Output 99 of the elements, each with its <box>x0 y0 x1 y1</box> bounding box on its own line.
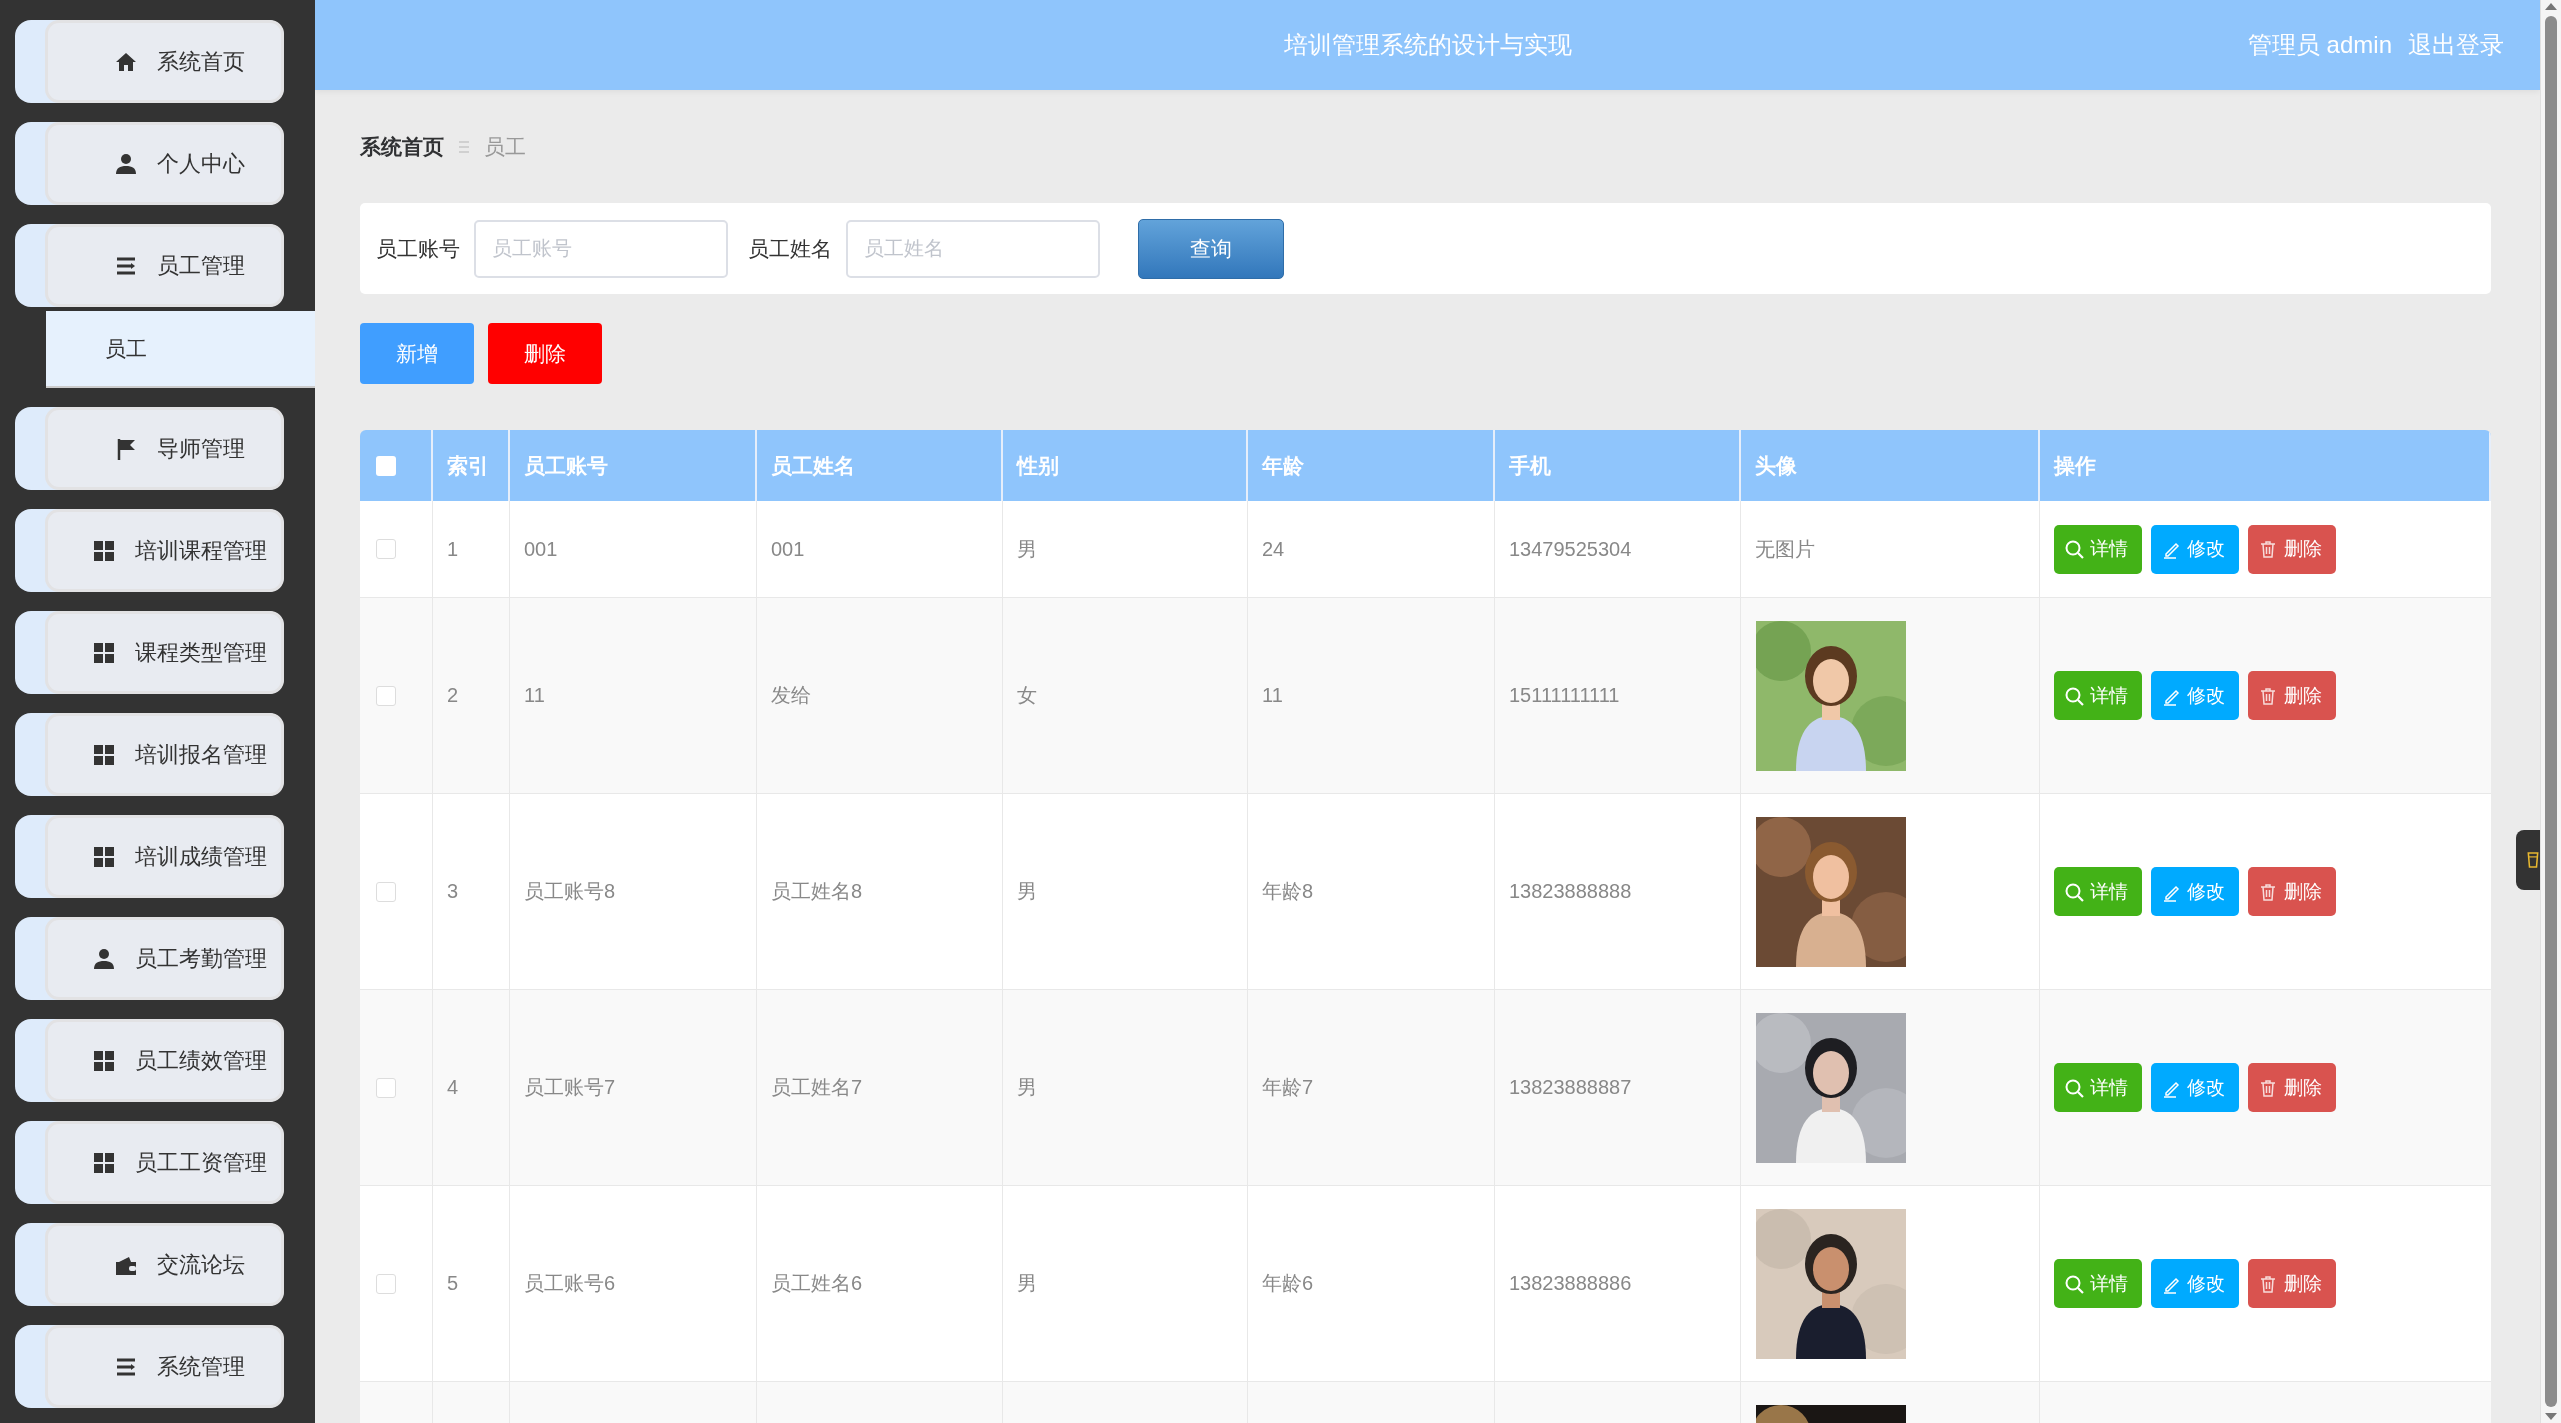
row-checkbox[interactable] <box>376 881 396 902</box>
user-icon <box>92 947 115 970</box>
admin-label: 管理员 admin <box>2247 30 2392 60</box>
table-cell: 13823888887 <box>1495 990 1741 1186</box>
trash-icon <box>2258 1273 2278 1294</box>
breadcrumb-current: 员工 <box>484 134 526 160</box>
detail-button[interactable]: 详情 <box>2054 671 2142 720</box>
table-cell: 24 <box>1248 501 1495 598</box>
menu-item[interactable]: 培训报名管理 <box>15 713 284 796</box>
table-cell: 员工账号7 <box>510 990 757 1186</box>
menu-item[interactable]: 培训成绩管理 <box>15 815 284 898</box>
search-field[interactable]: 员工账号 <box>474 219 728 278</box>
menu-item[interactable]: 员工管理 <box>15 224 284 307</box>
table-cell: 1 <box>433 501 510 598</box>
table-cell: 13823888886 <box>1495 1186 1741 1382</box>
breadcrumb-home[interactable]: 系统首页 <box>360 133 444 161</box>
search-icon <box>2064 881 2084 902</box>
edit-button[interactable]: 修改 <box>2151 867 2239 916</box>
trash-icon <box>2258 685 2278 706</box>
search-icon <box>2064 1273 2084 1294</box>
scrollbar[interactable] <box>2540 0 2561 1423</box>
system-title: 培训管理系统的设计与实现 <box>1283 31 1572 58</box>
menu-item[interactable]: 课程类型管理 <box>15 611 284 694</box>
grid-icon <box>92 845 115 868</box>
table-cell: 11 <box>510 598 757 794</box>
menu-item[interactable]: 培训课程管理 <box>15 509 284 592</box>
table-cell: 员工账号8 <box>510 794 757 990</box>
search-icon <box>2064 685 2084 706</box>
search-icon <box>2064 1077 2084 1098</box>
edit-button[interactable]: 修改 <box>2151 524 2239 574</box>
menu-item[interactable]: 员工工资管理 <box>15 1121 284 1204</box>
table-cell: 男 <box>1003 1186 1248 1382</box>
table-cell: 发给 <box>757 598 1003 794</box>
menu-item[interactable]: 系统首页 <box>15 20 284 103</box>
grid-icon <box>92 539 115 562</box>
table-cell: 001 <box>757 501 1003 598</box>
table-cell: 男 <box>1003 794 1248 990</box>
field-label: 员工姓名 <box>748 235 832 262</box>
delete-button[interactable]: 删除 <box>2248 524 2336 574</box>
delete-button[interactable]: 删除 <box>2248 1063 2336 1112</box>
table-cell: 员工姓名8 <box>757 794 1003 990</box>
table-cell: 4 <box>433 990 510 1186</box>
delete-button[interactable]: 删除 <box>2248 1259 2336 1308</box>
table-cell: 员工姓名7 <box>757 990 1003 1186</box>
field-label: 员工账号 <box>376 235 460 262</box>
home-icon <box>114 50 137 73</box>
query-button[interactable]: 查询 <box>1138 218 1284 279</box>
table-cell: 001 <box>510 501 757 598</box>
row-checkbox[interactable] <box>376 685 396 706</box>
edit-button[interactable]: 修改 <box>2151 1259 2239 1308</box>
grid-icon <box>92 743 115 766</box>
grid-icon <box>92 641 115 664</box>
table-cell: 男 <box>1003 501 1248 598</box>
search-icon <box>2064 539 2084 559</box>
table-cell: 男 <box>1003 990 1248 1186</box>
search-field[interactable]: 员工姓名 <box>846 219 1100 278</box>
table-cell: 年龄6 <box>1248 1186 1495 1382</box>
table-cell: 员工姓名6 <box>757 1186 1003 1382</box>
grid-icon <box>92 1049 115 1072</box>
table-cell: 无图片 <box>1741 501 2040 598</box>
delete-button[interactable]: 删除 <box>488 323 602 384</box>
menu-item[interactable]: 员工考勤管理 <box>15 917 284 1000</box>
table-cell: 15111111111 <box>1495 598 1741 794</box>
separator-icon <box>458 140 470 154</box>
row-checkbox[interactable] <box>376 539 396 559</box>
menu-item[interactable]: 交流论坛 <box>15 1223 284 1306</box>
detail-button[interactable]: 详情 <box>2054 1063 2142 1112</box>
submenu-item[interactable]: 员工 <box>46 311 315 388</box>
select-all-checkbox[interactable] <box>376 455 396 476</box>
table-cell: 13479525304 <box>1495 501 1741 598</box>
detail-button[interactable]: 详情 <box>2054 867 2142 916</box>
floating-tool-button[interactable] <box>2516 830 2540 890</box>
trash-icon <box>2258 881 2278 902</box>
detail-button[interactable]: 详情 <box>2054 524 2142 574</box>
add-button[interactable]: 新增 <box>360 323 474 384</box>
table-cell: 5 <box>433 1186 510 1382</box>
trash-icon <box>2258 539 2278 559</box>
menu-item[interactable]: 系统管理 <box>15 1325 284 1408</box>
row-checkbox[interactable] <box>376 1077 396 1098</box>
delete-button[interactable]: 删除 <box>2248 867 2336 916</box>
menu-item[interactable]: 导师管理 <box>15 407 284 490</box>
table-cell: 女 <box>1003 598 1248 794</box>
table-cell: 13823888888 <box>1495 794 1741 990</box>
table-cell: 员工账号6 <box>510 1186 757 1382</box>
table-cell: 3 <box>433 794 510 990</box>
menu-item[interactable]: 个人中心 <box>15 122 284 205</box>
grid-icon <box>92 1151 115 1174</box>
menu-item[interactable]: 员工绩效管理 <box>15 1019 284 1102</box>
edit-button[interactable]: 修改 <box>2151 671 2239 720</box>
table-cell: 11 <box>1248 598 1495 794</box>
detail-button[interactable]: 详情 <box>2054 1259 2142 1308</box>
delete-button[interactable]: 删除 <box>2248 671 2336 720</box>
row-checkbox[interactable] <box>376 1273 396 1294</box>
table-cell: 2 <box>433 598 510 794</box>
user-icon <box>114 152 137 175</box>
trash-icon <box>2258 1077 2278 1098</box>
table-cell: 年龄8 <box>1248 794 1495 990</box>
edit-button[interactable]: 修改 <box>2151 1063 2239 1112</box>
table-cell: 年龄7 <box>1248 990 1495 1186</box>
